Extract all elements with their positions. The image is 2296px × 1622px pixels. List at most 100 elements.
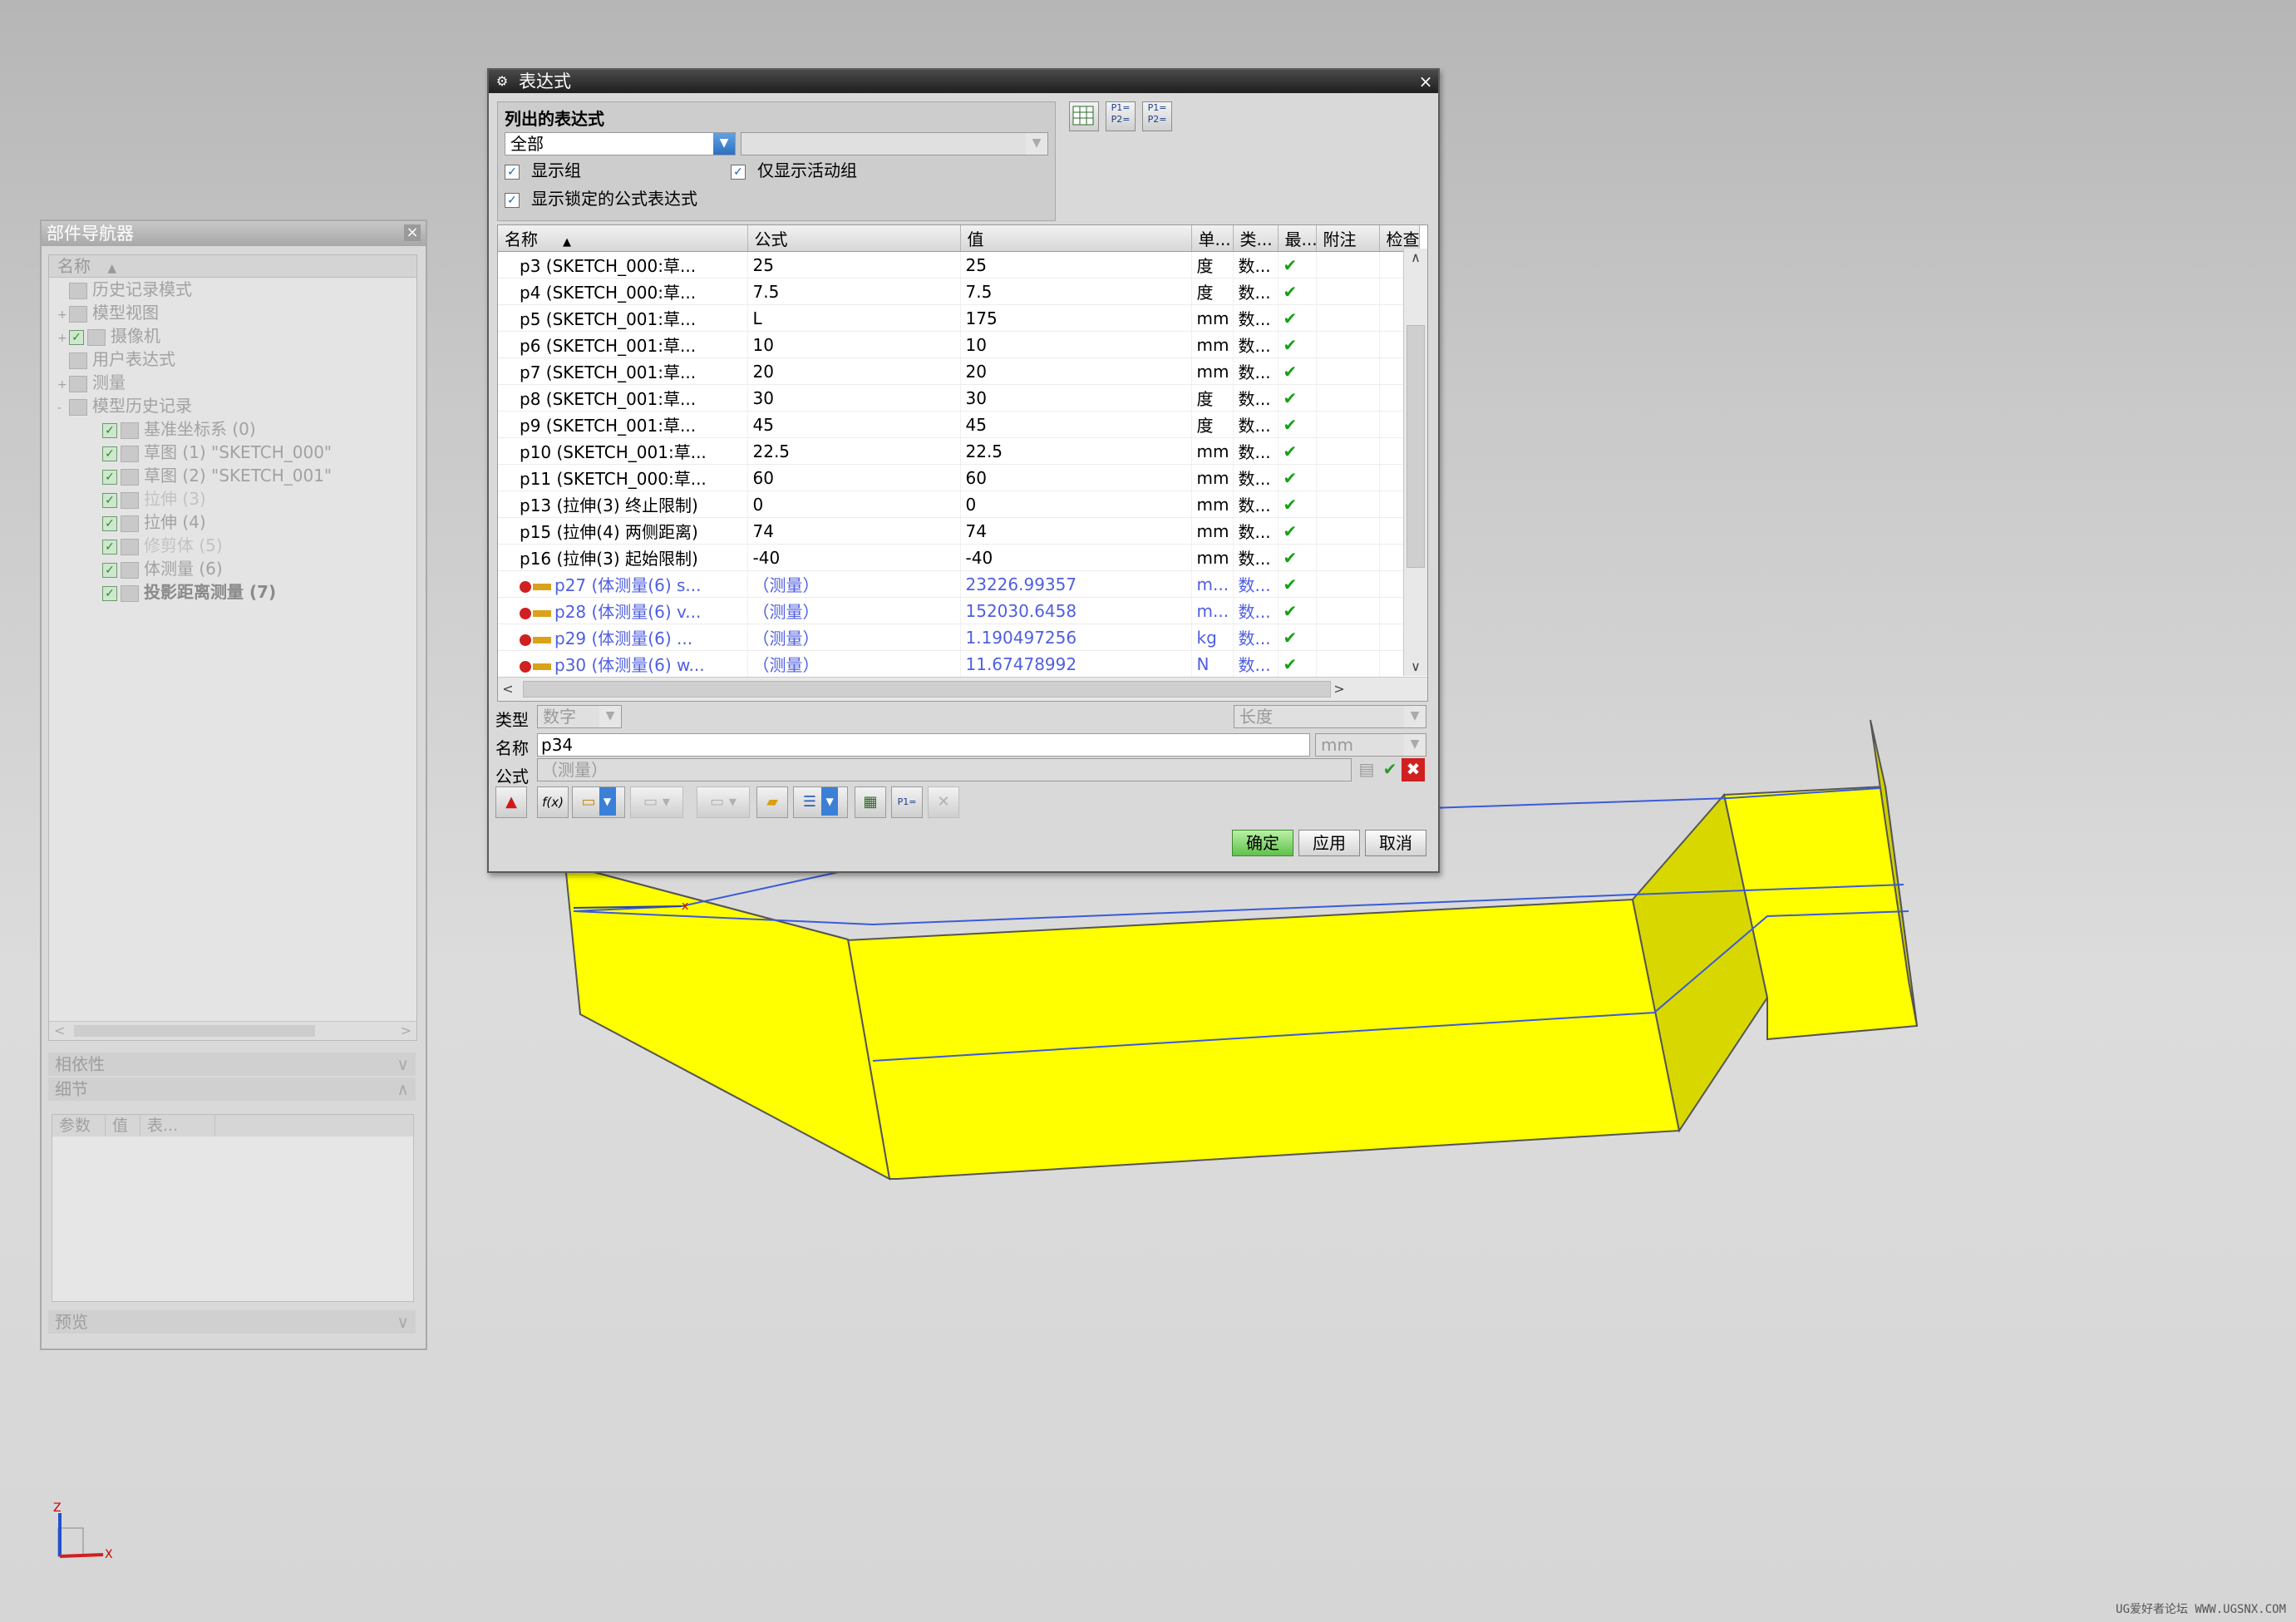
column-header-name[interactable]: 名称 ▲ (49, 255, 416, 278)
tree-node[interactable]: ✓ 基准坐标系 (0) (49, 417, 416, 441)
visibility-checkbox[interactable]: ✓ (102, 562, 117, 578)
visibility-checkbox[interactable]: ✓ (102, 539, 117, 555)
scroll-right-icon[interactable]: > (401, 1022, 411, 1040)
scroll-up-icon[interactable]: ∧ (1404, 249, 1427, 267)
formula-edit-icon[interactable]: ▤ (1355, 758, 1378, 781)
close-icon[interactable]: × (404, 224, 421, 241)
list-icon[interactable]: ☰ ▼ (793, 786, 848, 818)
scroll-left-icon[interactable]: < (54, 1022, 65, 1040)
expression-row[interactable]: p7 (SKETCH_001:草... 20 20 mm 数... ✔ (498, 357, 1420, 385)
close-icon[interactable]: × (1417, 72, 1435, 91)
expression-row[interactable]: p30 (体测量(6) w... （测量） 11.67478992 N 数... ✔ (498, 650, 1420, 678)
column-header-comment[interactable]: 附注 (1316, 225, 1380, 252)
spreadsheet-edit-icon[interactable] (1069, 101, 1099, 131)
scrollbar-thumb[interactable] (523, 681, 1331, 698)
measure-distance-icon[interactable]: ▭ ▼ (572, 786, 625, 818)
chevron-down-icon[interactable]: ▼ (713, 133, 735, 155)
expression-row[interactable]: p28 (体测量(6) v... （测量） 152030.6458 m... 数... ✔ (498, 597, 1420, 624)
column-header-type[interactable]: 类... (1233, 225, 1279, 252)
tree-node[interactable]: ✓ 草图 (2) "SKETCH_001" (49, 464, 416, 487)
expression-row[interactable]: p13 (拉伸(3) 终止限制) 0 0 mm 数... ✔ (498, 491, 1420, 518)
expression-row[interactable]: p29 (体测量(6) ... （测量） 1.190497256 kg 数... ✔ (498, 624, 1420, 651)
section-preview[interactable]: 预览 ∨ (48, 1310, 416, 1334)
visibility-checkbox[interactable]: ✓ (102, 585, 117, 601)
section-details[interactable]: 细节 ∧ (48, 1077, 416, 1101)
scrollbar-thumb[interactable] (74, 1025, 315, 1037)
expand-icon[interactable]: + (57, 373, 69, 397)
spreadsheet-icon[interactable]: ▦ (855, 786, 886, 818)
expression-row[interactable]: p10 (SKETCH_001:草... 22.5 22.5 mm 数... ✔ (498, 437, 1420, 465)
formula-input[interactable]: （测量） (537, 758, 1352, 781)
name-input[interactable]: p34 (537, 733, 1310, 757)
tree-node[interactable]: 历史记录模式 (49, 278, 416, 301)
collapse-arrow-icon[interactable]: ▲ (495, 786, 527, 818)
expressions-table[interactable]: 名称 ▲ 公式 值 单... 类... 最... 附注 检查 p3 (SKETCH… (497, 224, 1428, 702)
scroll-right-icon[interactable]: > (1329, 678, 1349, 701)
expression-row[interactable]: p16 (拉伸(3) 起始限制) -40 -40 mm 数... ✔ (498, 544, 1420, 571)
show-groups-checkbox[interactable]: ✓ 显示组 (505, 160, 581, 180)
rename-icon[interactable]: P1= (891, 786, 923, 818)
tree-node[interactable]: ✓ 拉伸 (4) (49, 510, 416, 534)
tree-node[interactable]: 用户表达式 (49, 348, 416, 371)
expression-row[interactable]: p6 (SKETCH_001:草... 10 10 mm 数... ✔ (498, 331, 1420, 358)
column-header-check[interactable]: 检查 (1379, 225, 1420, 252)
gear-icon[interactable]: ⚙ (494, 73, 510, 90)
visibility-checkbox[interactable]: ✓ (102, 422, 117, 438)
tree-node[interactable]: ✓ 拉伸 (3) (49, 487, 416, 510)
checkbox-checked[interactable]: ✓ (505, 192, 520, 208)
apply-button[interactable]: 应用 (1298, 830, 1360, 856)
visibility-checkbox[interactable]: ✓ (69, 329, 84, 345)
dialog-titlebar[interactable]: ⚙ 表达式 × (489, 70, 1438, 93)
expression-row[interactable]: p9 (SKETCH_001:草... 45 45 度数... ✔ (498, 411, 1420, 438)
scroll-left-icon[interactable]: < (498, 678, 518, 701)
tree-node[interactable]: ✓ 草图 (1) "SKETCH_000" (49, 441, 416, 464)
visibility-checkbox[interactable]: ✓ (102, 469, 117, 485)
expression-row[interactable]: p8 (SKETCH_001:草... 30 30 度数... ✔ (498, 384, 1420, 412)
details-col-expression[interactable]: 表... (140, 1115, 215, 1136)
accept-check-icon[interactable]: ✔ (1378, 758, 1402, 781)
table-horizontal-scrollbar[interactable]: < > (498, 677, 1427, 701)
tree-node[interactable]: + 测量 (49, 371, 416, 394)
expression-row[interactable]: p15 (拉伸(4) 两侧距离) 74 74 mm 数... ✔ (498, 517, 1420, 545)
expressions-dialog[interactable]: ⚙ 表达式 × 列出的表达式 全部 ▼ ▼ ✓ 显示组 ✓ 仅显示活动组 ✓ 显示锁定… (487, 68, 1440, 873)
checkbox-checked[interactable]: ✓ (505, 164, 520, 180)
listed-filter-dropdown[interactable]: 全部 ▼ (505, 132, 736, 155)
tree-node[interactable]: ✓ 体测量 (6) (49, 557, 416, 580)
expression-row[interactable]: p3 (SKETCH_000:草... 25 25 度数... ✔ (498, 251, 1420, 279)
show-locked-formulas-checkbox[interactable]: ✓ 显示锁定的公式表达式 (505, 189, 697, 209)
expand-icon[interactable]: + (57, 327, 69, 350)
export-expressions-icon[interactable]: P1= P2= (1142, 101, 1172, 131)
tree-node[interactable]: ✓ 投影距离测量 (7) (49, 580, 416, 604)
visibility-checkbox[interactable]: ✓ (102, 492, 117, 508)
column-header-up-to-date[interactable]: 最... (1278, 225, 1317, 252)
reject-x-icon[interactable]: ✖ (1402, 758, 1425, 781)
ok-button[interactable]: 确定 (1232, 830, 1293, 856)
section-dependencies[interactable]: 相依性 ∨ (48, 1053, 416, 1076)
column-header-value[interactable]: 值 (960, 225, 1192, 252)
column-header-name[interactable]: 名称 ▲ (498, 225, 748, 252)
navigator-horizontal-scrollbar[interactable]: < > (49, 1021, 416, 1040)
expand-icon[interactable]: + (57, 303, 69, 327)
active-group-only-checkbox[interactable]: ✓ 仅显示活动组 (731, 160, 857, 180)
column-header-unit[interactable]: 单... (1191, 225, 1234, 252)
expression-row[interactable]: p11 (SKETCH_000:草... 60 60 mm 数... ✔ (498, 464, 1420, 491)
details-col-param[interactable]: 参数 (52, 1115, 106, 1136)
details-col-value[interactable]: 值 (106, 1115, 140, 1136)
tree-node[interactable]: + ✓ 摄像机 (49, 324, 416, 348)
tree-node[interactable]: - 模型历史记录 (49, 394, 416, 417)
visibility-checkbox[interactable]: ✓ (102, 515, 117, 531)
open-file-icon[interactable]: ▰ (756, 786, 788, 818)
details-table[interactable]: 参数值表... (52, 1114, 414, 1302)
column-header-formula[interactable]: 公式 (747, 225, 961, 252)
navigator-titlebar[interactable]: 部件导航器 × (42, 221, 426, 246)
expression-row[interactable]: p5 (SKETCH_001:草... L 175 mm 数... ✔ (498, 304, 1420, 332)
visibility-checkbox[interactable]: ✓ (102, 446, 117, 461)
expression-row[interactable]: p27 (体测量(6) s... （测量） 23226.99357 m... 数... ✔ (498, 570, 1420, 598)
table-vertical-scrollbar[interactable]: ∧ ∨ (1403, 249, 1427, 676)
collapse-icon[interactable]: - (57, 397, 69, 420)
navigator-tree[interactable]: 名称 ▲ 历史记录模式 + 模型视图 + ✓ 摄像机 用户表达式 + 测量 - 模型历史记录 ✓ 基准坐… (48, 254, 417, 1041)
tree-node[interactable]: ✓ 修剪体 (5) (49, 534, 416, 557)
scroll-down-icon[interactable]: ∨ (1404, 658, 1427, 676)
checkbox-checked[interactable]: ✓ (731, 164, 746, 180)
scrollbar-thumb[interactable] (1407, 325, 1425, 568)
